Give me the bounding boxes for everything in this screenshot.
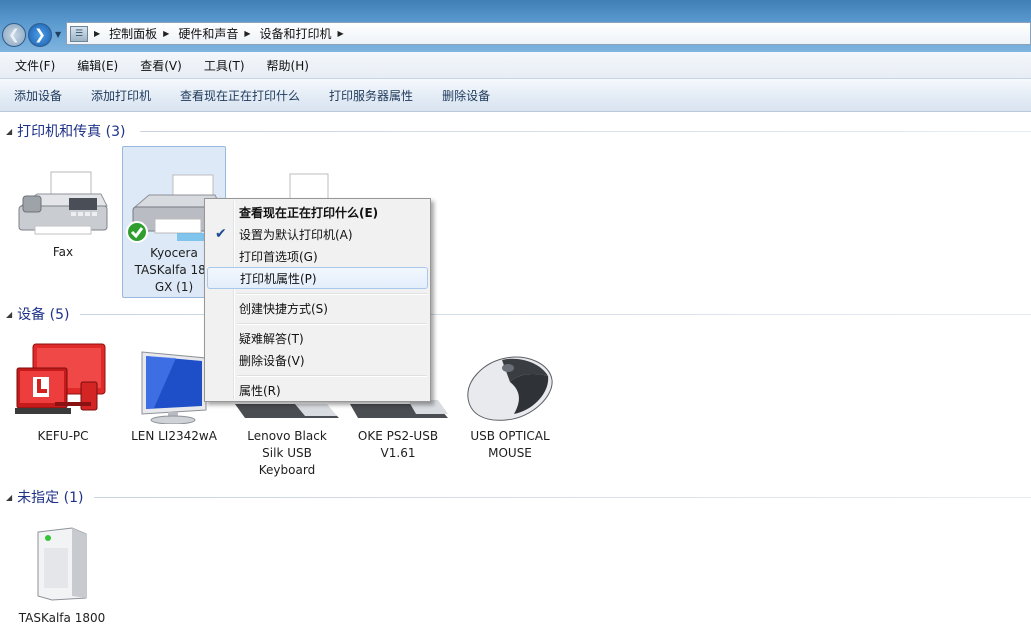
device-label-line: Keyboard <box>258 463 316 477</box>
group-divider <box>94 497 1031 498</box>
breadcrumb-separator-root[interactable]: ▶ <box>94 29 109 38</box>
ctx-item-label: 查看现在正在打印什么(E) <box>239 205 379 220</box>
menu-tools[interactable]: 工具(T) <box>189 57 252 74</box>
breadcrumb-label: 控制面板 <box>109 27 158 41</box>
group-title: 打印机和传真 (3) <box>17 124 126 140</box>
ctx-item-printer-properties[interactable]: 打印机属性(P) <box>207 267 428 289</box>
device-item-kefu-pc[interactable]: KEFU-PC <box>11 340 115 450</box>
ctx-item-properties[interactable]: 属性(R) <box>207 379 428 401</box>
fax-machine-icon <box>18 171 108 235</box>
print-server-properties-button[interactable]: 打印服务器属性 <box>329 87 413 104</box>
device-label: KEFU-PC <box>37 429 89 443</box>
ctx-item-label: 创建快捷方式(S) <box>239 301 328 316</box>
breadcrumb-control-panel[interactable]: 控制面板 ▶ <box>109 25 178 42</box>
menu-help[interactable]: 帮助(H) <box>252 57 316 74</box>
ctx-item-see-whats-printing[interactable]: 查看现在正在打印什么(E) <box>207 201 428 223</box>
breadcrumb-label: 硬件和声音 <box>178 27 239 41</box>
breadcrumb-hardware-sound[interactable]: 硬件和声音 ▶ <box>178 25 259 42</box>
address-bar[interactable]: ☰ ▶ 控制面板 ▶ 硬件和声音 ▶ 设备和打印机 ▶ <box>66 22 1031 45</box>
chevron-right-icon: ▶ <box>337 29 344 38</box>
chevron-right-icon: ▶ <box>94 29 101 38</box>
generic-device-icon <box>37 527 87 601</box>
computer-icon <box>15 343 106 414</box>
ctx-item-label: 设置为默认打印机(A) <box>239 227 353 242</box>
checkmark-icon: ✔ <box>215 226 227 242</box>
title-bar: ❮ ❯ ▼ ☰ ▶ 控制面板 ▶ 硬件和声音 ▶ 设备和打印机 ▶ <box>0 0 1031 52</box>
device-label-line: USB OPTICAL <box>470 429 550 443</box>
ctx-item-set-default-printer[interactable]: ✔ 设置为默认打印机(A) <box>207 223 428 245</box>
printer-context-menu: 查看现在正在打印什么(E) ✔ 设置为默认打印机(A) 打印首选项(G) 打印机… <box>204 198 431 402</box>
menu-view[interactable]: 查看(V) <box>125 57 189 74</box>
chevron-right-icon: ▶ <box>244 29 251 38</box>
group-header-unspecified[interactable]: ◢ 未指定 (1) <box>6 488 83 506</box>
ctx-item-create-shortcut[interactable]: 创建快捷方式(S) <box>207 297 428 319</box>
control-panel-icon: ☰ <box>70 25 88 42</box>
ctx-item-troubleshoot[interactable]: 疑难解答(T) <box>207 327 428 349</box>
ctx-item-printing-preferences[interactable]: 打印首选项(G) <box>207 245 428 267</box>
breadcrumb-label: 设备和打印机 <box>259 27 332 41</box>
group-divider <box>140 131 1031 132</box>
menu-file[interactable]: 文件(F) <box>0 57 62 74</box>
add-device-button[interactable]: 添加设备 <box>14 87 62 104</box>
device-label: TASKalfa 1800 <box>18 611 106 625</box>
breadcrumb-devices-printers[interactable]: 设备和打印机 ▶ <box>260 25 353 42</box>
menu-separator <box>237 323 427 325</box>
ctx-item-label: 疑难解答(T) <box>239 331 304 346</box>
device-label-line: OKE PS2-USB <box>357 429 439 443</box>
mouse-icon <box>467 356 553 421</box>
device-label: LEN LI2342wA <box>131 429 217 443</box>
device-item-fax[interactable]: Fax <box>11 160 115 270</box>
menu-separator <box>237 293 427 295</box>
ctx-item-label: 属性(R) <box>239 383 281 398</box>
device-label: Fax <box>52 245 74 259</box>
chevron-right-icon: ▶ <box>163 29 170 38</box>
back-arrow-icon[interactable]: ❮ <box>2 23 26 47</box>
recent-pages-chevron-down-icon[interactable]: ▼ <box>55 30 61 39</box>
ctx-item-label: 删除设备(V) <box>239 353 305 368</box>
group-title: 设备 (5) <box>17 307 70 323</box>
command-bar: 添加设备 添加打印机 查看现在正在打印什么 打印服务器属性 删除设备 <box>0 79 1031 112</box>
device-item-printer-3[interactable] <box>236 160 340 202</box>
device-label-line: V1.61 <box>380 446 416 460</box>
menu-bar: 文件(F) 编辑(E) 查看(V) 工具(T) 帮助(H) <box>0 52 1031 79</box>
collapse-triangle-icon: ◢ <box>6 309 13 319</box>
ctx-item-remove-device[interactable]: 删除设备(V) <box>207 349 428 371</box>
ctx-item-label: 打印机属性(P) <box>240 271 317 286</box>
remove-device-button[interactable]: 删除设备 <box>442 87 490 104</box>
add-printer-button[interactable]: 添加打印机 <box>91 87 151 104</box>
group-title: 未指定 (1) <box>17 490 84 506</box>
collapse-triangle-icon: ◢ <box>6 492 13 502</box>
device-label-line: Silk USB <box>262 446 312 460</box>
collapse-triangle-icon: ◢ <box>6 126 13 136</box>
group-header-devices[interactable]: ◢ 设备 (5) <box>6 305 69 323</box>
see-whats-printing-button[interactable]: 查看现在正在打印什么 <box>180 87 300 104</box>
group-header-printers[interactable]: ◢ 打印机和传真 (3) <box>6 122 125 140</box>
forward-arrow-icon[interactable]: ❯ <box>28 23 52 47</box>
checkmark-badge-icon <box>126 221 148 243</box>
menu-edit[interactable]: 编辑(E) <box>62 57 125 74</box>
device-label-line: Lenovo Black <box>247 429 327 443</box>
ctx-item-label: 打印首选项(G) <box>239 249 318 264</box>
device-item-taskalfa-1800[interactable]: TASKalfa 1800 <box>10 522 114 632</box>
monitor-icon <box>141 351 207 424</box>
device-label-line: MOUSE <box>488 446 532 460</box>
device-item-usb-optical-mouse[interactable]: USB OPTICAL MOUSE <box>458 340 562 460</box>
menu-separator <box>237 375 427 377</box>
